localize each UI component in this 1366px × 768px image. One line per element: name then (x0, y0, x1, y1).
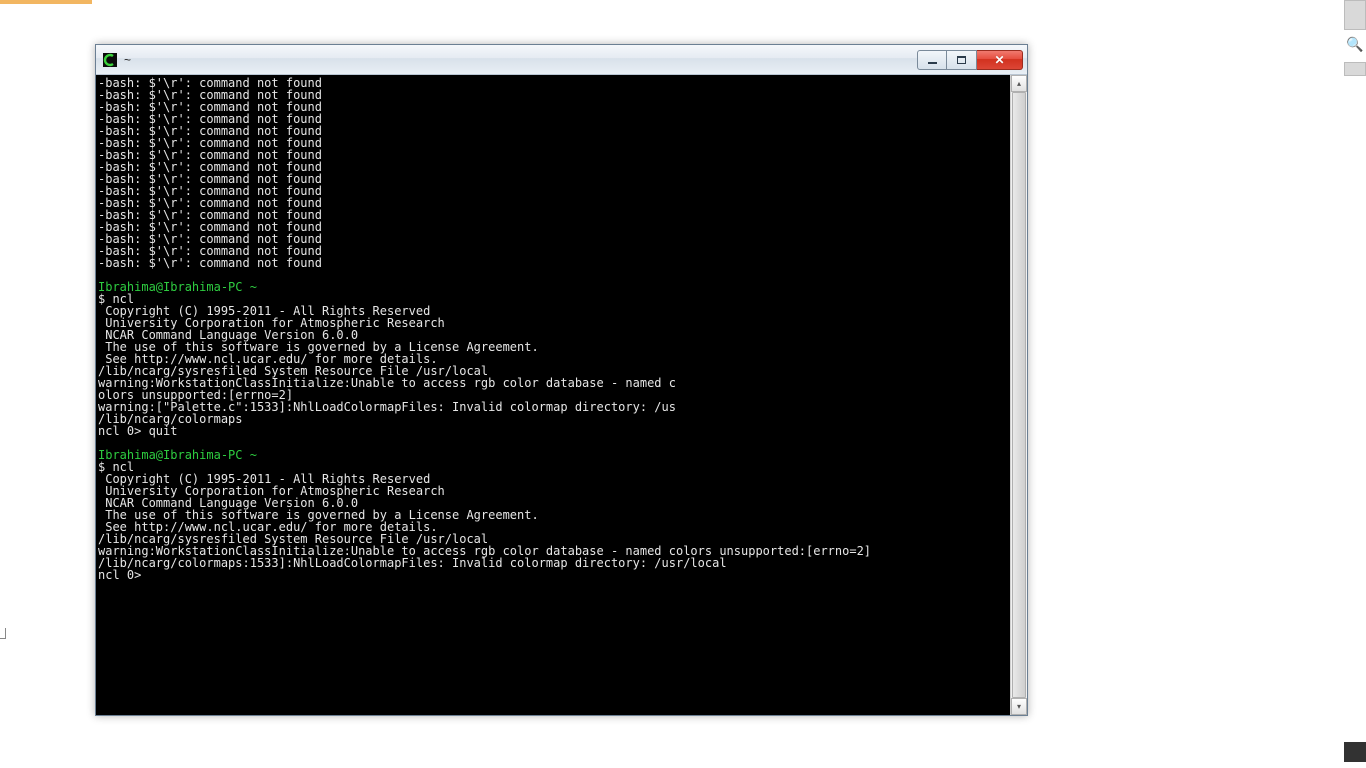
edge-block (1344, 62, 1366, 76)
page-accent-strip (0, 0, 92, 4)
window-titlebar[interactable]: ~ ✕ (96, 45, 1027, 75)
scroll-track[interactable] (1011, 92, 1027, 698)
edge-dark-block (1344, 742, 1366, 762)
terminal-body-wrap: -bash: $'\r': command not found-bash: $'… (96, 75, 1027, 715)
maximize-button[interactable] (947, 50, 977, 70)
terminal-line: ncl 0> (98, 569, 1008, 581)
scroll-up-button[interactable]: ▴ (1011, 75, 1027, 92)
terminal-line: -bash: $'\r': command not found (98, 257, 1008, 269)
edge-block (1344, 0, 1366, 30)
terminal-line: Ibrahima@Ibrahima-PC ~ (98, 281, 1008, 293)
page-mark (0, 628, 6, 639)
window-title: ~ (124, 53, 917, 67)
terminal-window: ~ ✕ -bash: $'\r': command not found-bash… (95, 44, 1028, 716)
terminal-output[interactable]: -bash: $'\r': command not found-bash: $'… (96, 75, 1010, 715)
minimize-button[interactable] (917, 50, 947, 70)
minimize-icon (928, 62, 937, 64)
page-right-edge: 🔍 (1342, 0, 1366, 768)
cygwin-icon (102, 52, 118, 68)
terminal-line: ncl 0> quit (98, 425, 1008, 437)
scrollbar-vertical[interactable]: ▴ ▾ (1010, 75, 1027, 715)
terminal-line: /lib/ncarg/colormaps (98, 413, 1008, 425)
maximize-icon (957, 56, 966, 64)
search-icon[interactable]: 🔍 (1347, 36, 1363, 52)
terminal-line: /lib/ncarg/colormaps:1533]:NhlLoadColorm… (98, 557, 1008, 569)
scroll-thumb[interactable] (1012, 92, 1026, 698)
terminal-line: Ibrahima@Ibrahima-PC ~ (98, 449, 1008, 461)
scroll-down-button[interactable]: ▾ (1011, 698, 1027, 715)
close-icon: ✕ (994, 54, 1004, 66)
close-button[interactable]: ✕ (977, 50, 1023, 70)
window-controls: ✕ (917, 50, 1023, 70)
